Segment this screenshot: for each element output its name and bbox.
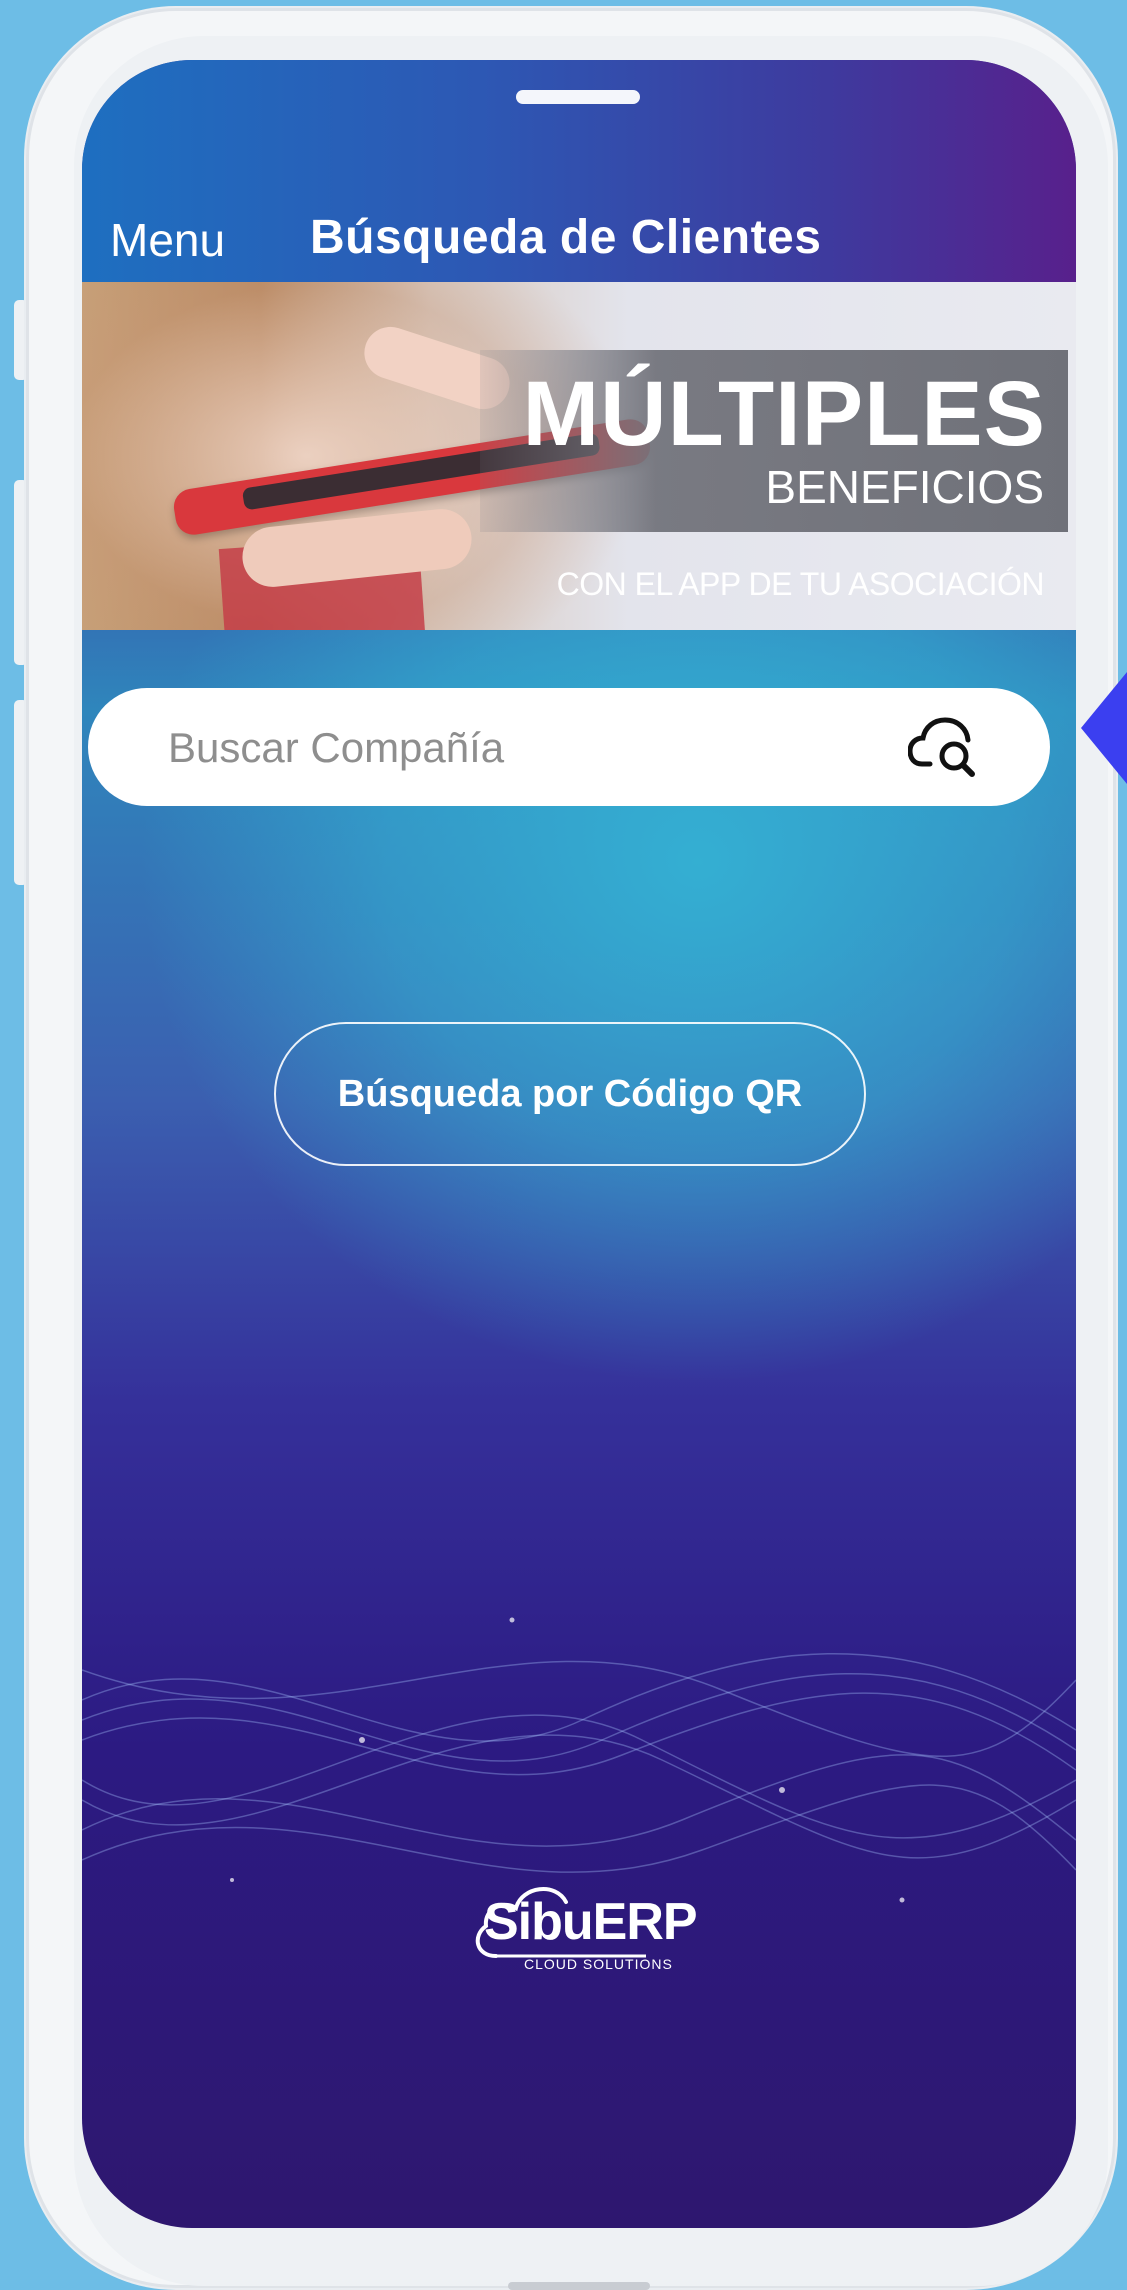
- search-bar: [88, 688, 1050, 808]
- qr-search-button[interactable]: Búsqueda por Código QR: [274, 1022, 866, 1166]
- home-indicator: [508, 2282, 650, 2290]
- pointer-arrow: [1081, 672, 1127, 784]
- search-input[interactable]: [166, 688, 930, 808]
- app-header: Menu Búsqueda de Clientes: [82, 60, 1076, 282]
- banner-tagline: CON EL APP DE TU ASOCIACIÓN: [556, 566, 1045, 602]
- banner-title: MÚLTIPLES: [522, 363, 1046, 465]
- app-screen: Menu Búsqueda de Clientes MÚLTIPLES BENE…: [82, 60, 1076, 2228]
- logo-name: SibuERP: [484, 1893, 698, 1951]
- menu-button[interactable]: Menu: [110, 210, 225, 270]
- logo-tagline: CLOUD SOLUTIONS: [524, 1956, 673, 1972]
- status-indicator: [516, 90, 640, 104]
- banner-subtitle: BENEFICIOS: [765, 461, 1044, 513]
- cloud-search-icon[interactable]: [908, 714, 988, 780]
- promo-banner: MÚLTIPLES BENEFICIOS CON EL APP DE TU AS…: [82, 282, 1076, 630]
- page-title: Búsqueda de Clientes: [310, 211, 822, 264]
- sibuerp-logo: SibuERP CLOUD SOLUTIONS: [466, 1856, 698, 1986]
